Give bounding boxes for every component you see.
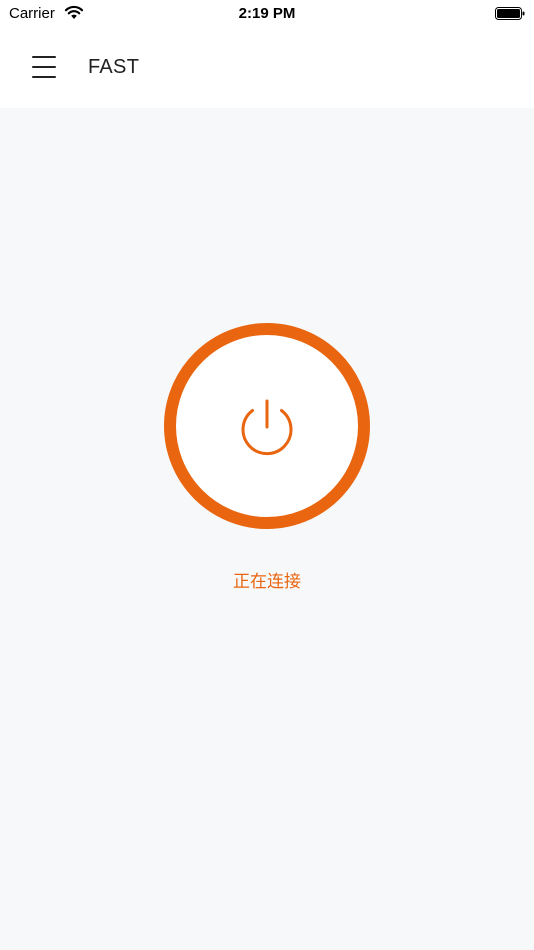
menu-button[interactable]	[26, 50, 62, 84]
connection-status-text: 正在连接	[233, 572, 301, 592]
app-title: FAST	[88, 56, 140, 78]
status-time: 2:19 PM	[238, 5, 296, 22]
battery-icon	[495, 7, 525, 20]
navigation-bar: FAST	[0, 26, 534, 108]
connect-ring	[164, 323, 370, 529]
connect-button[interactable]	[164, 323, 370, 529]
status-bar: Carrier 2:19 PM	[0, 0, 534, 26]
